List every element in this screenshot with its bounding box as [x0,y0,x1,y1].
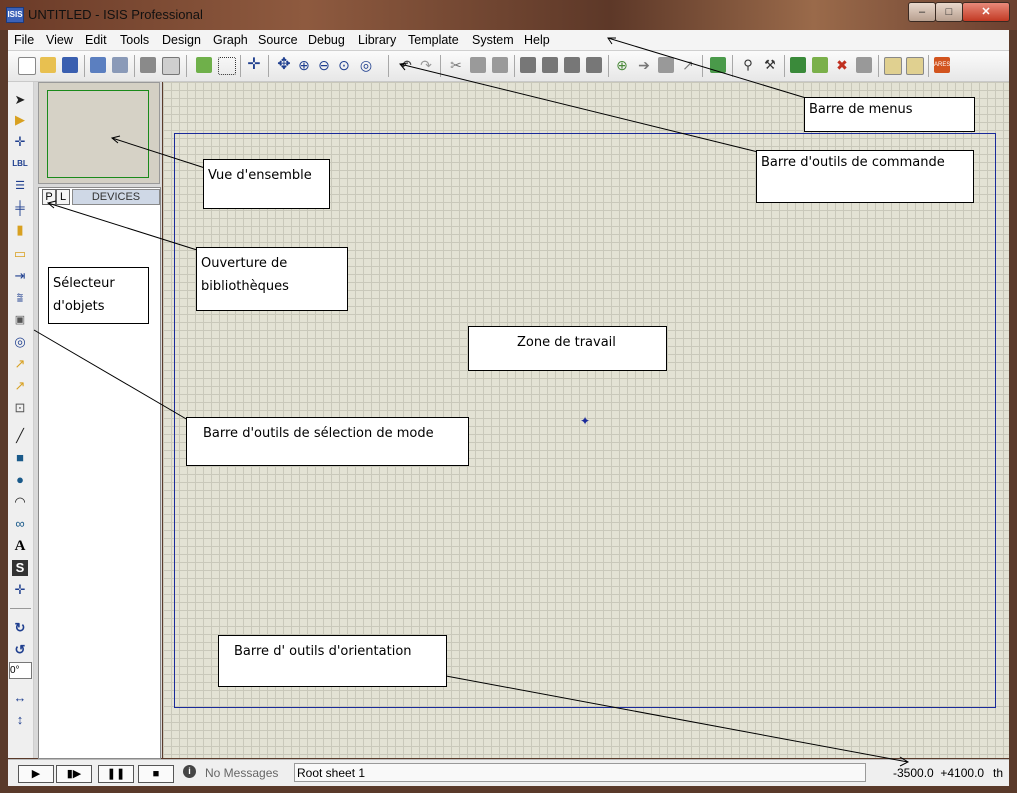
annotation-overview: Vue d'ensemble [203,159,330,209]
annotation-command-toolbar: Barre d'outils de commande [756,150,974,203]
annotation-object-selector-line1: Sélecteur [53,276,115,291]
annotation-object-selector-line2: d'objets [53,299,105,314]
annotation-menus: Barre de menus [804,97,975,132]
annotation-orientation-toolbar: Barre d' outils d'orientation [218,635,447,687]
annotation-object-selector: Sélecteur d'objets [48,267,149,324]
annotation-work-area: Zone de travail [468,326,667,371]
annotation-library-open-line2: bibliothèques [201,279,289,294]
annotation-library-open: Ouverture de bibliothèques [196,247,348,311]
annotation-library-open-line1: Ouverture de [201,256,288,271]
annotation-mode-toolbar: Barre d'outils de sélection de mode [186,417,469,466]
